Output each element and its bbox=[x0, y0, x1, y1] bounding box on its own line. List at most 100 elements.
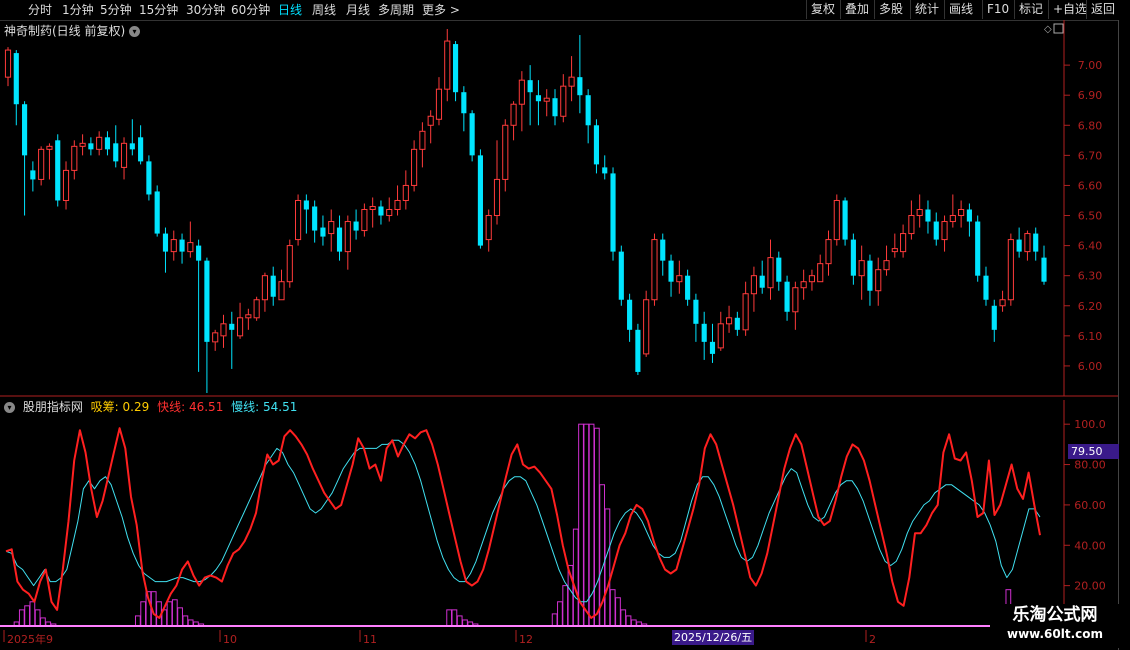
xichou-bar bbox=[182, 615, 189, 627]
candle-body bbox=[958, 209, 965, 217]
candle-body bbox=[245, 314, 252, 319]
toolbar-button-0[interactable]: 复权 bbox=[806, 0, 839, 19]
toolbar-button-7[interactable]: +自选 bbox=[1048, 0, 1091, 19]
window-icon bbox=[1053, 23, 1064, 34]
toolbar-button-4[interactable]: 画线 bbox=[944, 0, 977, 19]
period-tab-10[interactable]: 更多 > bbox=[422, 2, 460, 18]
right-side-panel bbox=[1118, 20, 1130, 650]
xichou-bar bbox=[583, 423, 590, 627]
candle-body bbox=[187, 242, 194, 253]
period-tab-9[interactable]: 多周期 bbox=[378, 2, 414, 18]
candle-body bbox=[792, 287, 799, 313]
candle-body bbox=[502, 124, 509, 180]
candle-body bbox=[253, 299, 260, 319]
candle-body bbox=[543, 97, 550, 102]
candle-body bbox=[477, 155, 483, 246]
candlestick-chart[interactable]: 7.00 6.90 6.80 6.70 6.60 6.50 6.40 6.30 6.20 6.10… bbox=[0, 20, 1118, 398]
candle-body bbox=[850, 239, 856, 276]
toolbar-button-6[interactable]: 标记 bbox=[1014, 0, 1047, 19]
toolbar-button-1[interactable]: 叠加 bbox=[840, 0, 873, 19]
period-tab-6[interactable]: 日线 bbox=[278, 2, 302, 18]
candle-body bbox=[485, 215, 492, 241]
candle-body bbox=[96, 136, 103, 150]
xichou-bar bbox=[615, 597, 621, 627]
toolbar-button-5[interactable]: F10 bbox=[982, 0, 1013, 19]
period-tab-1[interactable]: 1分钟 bbox=[62, 2, 94, 18]
period-tab-2[interactable]: 5分钟 bbox=[100, 2, 132, 18]
xichou-bar bbox=[140, 601, 147, 627]
indicator-tick-label: 100.0 bbox=[1074, 418, 1106, 431]
candle-body bbox=[62, 169, 70, 201]
candle-body bbox=[568, 76, 575, 87]
xichou-bar bbox=[604, 508, 611, 627]
candle-body bbox=[817, 263, 824, 283]
candle-body bbox=[668, 260, 674, 282]
candle-body bbox=[585, 95, 591, 126]
candle-body bbox=[618, 251, 624, 300]
candle-body bbox=[560, 85, 567, 117]
candle-body bbox=[236, 317, 244, 337]
candle-body bbox=[336, 227, 343, 252]
period-tab-5[interactable]: 60分钟 bbox=[231, 2, 270, 18]
xichou-bar bbox=[572, 528, 579, 627]
candle-body bbox=[162, 233, 169, 252]
candle-body bbox=[386, 209, 393, 217]
candle-body bbox=[975, 221, 981, 276]
price-tick-label: 6.80 bbox=[1078, 119, 1103, 132]
xichou-bar bbox=[34, 609, 41, 627]
candle-body bbox=[610, 173, 616, 252]
candle-body bbox=[916, 209, 923, 217]
price-tick-label: 6.00 bbox=[1078, 360, 1103, 373]
candle-body bbox=[577, 77, 583, 96]
candle-body bbox=[875, 269, 882, 292]
candle-body bbox=[717, 323, 724, 349]
period-tab-4[interactable]: 30分钟 bbox=[186, 2, 225, 18]
candle-body bbox=[651, 239, 658, 301]
xichou-bar bbox=[578, 423, 584, 627]
candle-body bbox=[229, 323, 235, 330]
candle-body bbox=[825, 239, 832, 265]
candle-body bbox=[452, 44, 459, 93]
candle-body bbox=[966, 209, 972, 222]
candle-body bbox=[510, 103, 517, 126]
candle-body bbox=[493, 178, 501, 217]
candle-body bbox=[79, 142, 86, 147]
xichou-bar bbox=[451, 609, 458, 627]
indicator-lines bbox=[5, 427, 1041, 619]
toolbar-button-8[interactable]: 返回 bbox=[1086, 0, 1119, 19]
candle-body bbox=[941, 221, 948, 241]
candle-body bbox=[602, 167, 608, 174]
date-tick-label: 10 bbox=[223, 633, 237, 646]
toolbar-button-3[interactable]: 统计 bbox=[910, 0, 943, 19]
indicator-chart[interactable]: 100.0 80.00 60.00 40.00 20.00 bbox=[0, 400, 1118, 630]
candle-body bbox=[742, 293, 749, 331]
candle-body bbox=[170, 239, 177, 253]
candle-body bbox=[270, 275, 276, 297]
candle-body bbox=[129, 143, 135, 150]
toolbar-button-2[interactable]: 多股 bbox=[874, 0, 907, 19]
candle-body bbox=[552, 98, 558, 117]
candle-body bbox=[759, 275, 765, 288]
candle-body bbox=[635, 329, 641, 372]
period-tab-0[interactable]: 分时 bbox=[28, 2, 52, 18]
candle-body bbox=[13, 53, 19, 105]
candle-body bbox=[146, 161, 152, 195]
candle-body bbox=[113, 143, 119, 162]
candle-body bbox=[1033, 233, 1039, 252]
candle-body bbox=[1024, 233, 1031, 253]
candle-body bbox=[900, 233, 907, 253]
candle-body bbox=[776, 257, 782, 282]
candle-body bbox=[908, 215, 915, 235]
period-tab-3[interactable]: 15分钟 bbox=[139, 2, 178, 18]
candle-body bbox=[701, 323, 707, 342]
candle-group bbox=[4, 29, 1047, 393]
xichou-bar bbox=[135, 615, 141, 627]
fast-line bbox=[5, 427, 1041, 619]
indicator-tick-label: 20.00 bbox=[1074, 580, 1106, 593]
period-tab-7[interactable]: 周线 bbox=[312, 2, 336, 18]
price-axis: 7.00 6.90 6.80 6.70 6.60 6.50 6.40 6.30 6.20 6.10… bbox=[1078, 59, 1103, 373]
period-toolbar: 分时 1分钟 5分钟 15分钟 30分钟 60分钟 日线 周线 月线 多周期 更多 > 复权 叠加 多股统… bbox=[0, 0, 1130, 21]
candle-body bbox=[88, 143, 94, 150]
candle-body bbox=[303, 200, 309, 210]
period-tab-8[interactable]: 月线 bbox=[346, 2, 370, 18]
